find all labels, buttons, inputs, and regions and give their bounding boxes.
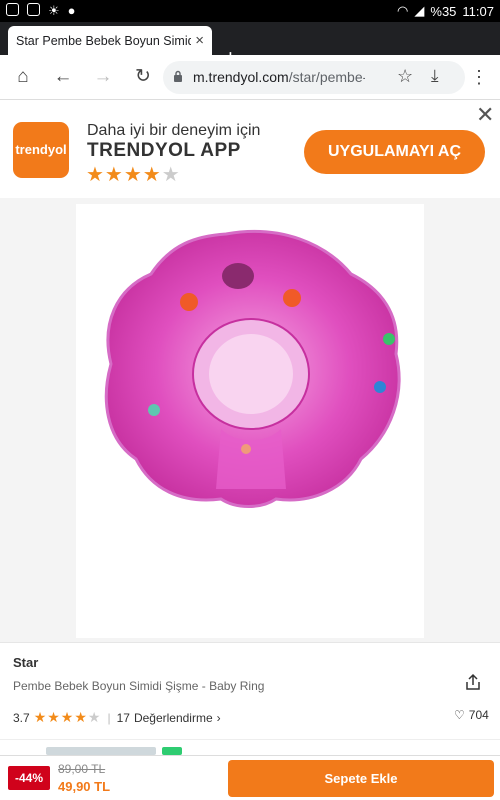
address-bar[interactable]: m.trendyol.com/star/pembe-bebek-boyun-si… <box>163 61 465 94</box>
banner-rating-stars: ★★★★★ <box>86 164 181 186</box>
battery-level: %35 <box>430 3 457 19</box>
bookmark-star-icon[interactable]: ☆ <box>397 66 413 87</box>
download-icon[interactable]: ⤓ <box>431 66 439 86</box>
purchase-bar: -44% 89,00 TL 49,90 TL Sepete Ekle <box>0 755 500 800</box>
rating-value: 3.7 <box>13 710 30 725</box>
baby-neck-ring-image <box>104 229 401 508</box>
product-image[interactable] <box>76 204 424 638</box>
status-bar: ☀ ● ◠ ◢ %35 11:07 <box>0 0 500 22</box>
reviews-label: Değerlendirme <box>133 710 213 725</box>
wifi-icon: ◠ <box>397 3 409 18</box>
product-rating[interactable]: 3.7 ★★★★★ | 17 Değerlendirme › <box>13 709 221 726</box>
chevron-right-icon: › <box>216 710 221 725</box>
signal-icon: ◢ <box>414 3 425 18</box>
review-count: 17 <box>116 710 130 725</box>
forward-icon[interactable]: → <box>90 64 116 90</box>
brand-name[interactable]: Star <box>13 655 38 670</box>
open-app-button[interactable]: UYGULAMAYI AÇ <box>304 130 485 174</box>
banner-tagline: Daha iyi bir deneyim için <box>87 122 261 139</box>
url-host: m.trendyol.com <box>193 69 289 85</box>
rating-separator: | <box>107 710 111 725</box>
banner-app-name: TRENDYOL APP <box>87 140 241 161</box>
share-icon[interactable] <box>464 673 482 691</box>
product-info: Star Pembe Bebek Boyun Simidi Şişme - Ba… <box>0 642 500 762</box>
browser-toolbar: ⌂ ← → ↻ m.trendyol.com/star/pembe-bebek-… <box>0 55 500 100</box>
tab-bar: Star Pembe Bebek Boyun Simidi Şişme - Ba… <box>0 22 500 101</box>
url-text: m.trendyol.com/star/pembe-bebek-boyun-si… <box>193 69 365 85</box>
old-price: 89,00 TL <box>58 762 106 776</box>
lock-icon <box>174 70 182 82</box>
favorite-count: 704 <box>468 708 489 722</box>
tab-title: Star Pembe Bebek Boyun Simidi Şişme - Ba… <box>16 33 192 48</box>
instagram-icon <box>6 3 19 16</box>
favorite-button[interactable]: ♡ 704 <box>454 708 489 722</box>
rating-stars: ★★★★★ <box>33 709 102 725</box>
product-name: Pembe Bebek Boyun Simidi Şişme - Baby Ri… <box>13 679 265 693</box>
product-gallery <box>0 198 500 642</box>
app-banner: trendyol Daha iyi bir deneyim için TREND… <box>0 100 500 198</box>
home-icon[interactable]: ⌂ <box>10 64 36 90</box>
close-tab-icon[interactable]: × <box>195 32 204 49</box>
trendyol-logo: trendyol <box>13 122 69 178</box>
sun-icon: ☀ <box>48 3 60 18</box>
menu-dots-icon[interactable]: ⋮ <box>470 67 488 88</box>
seller-text-partial <box>46 747 156 755</box>
back-icon[interactable]: ← <box>50 64 76 90</box>
add-to-cart-button[interactable]: Sepete Ekle <box>228 760 494 797</box>
notification-icon: ● <box>67 3 76 18</box>
heart-icon: ♡ <box>454 708 465 722</box>
browser-tab[interactable]: Star Pembe Bebek Boyun Simidi Şişme - Ba… <box>8 26 472 101</box>
gallery-icon <box>27 3 40 16</box>
reload-icon[interactable]: ↻ <box>130 64 156 90</box>
close-banner-icon[interactable]: ✕ <box>476 102 494 128</box>
seller-badge-partial <box>162 747 182 755</box>
sale-price: 49,90 TL <box>58 779 111 794</box>
clock: 11:07 <box>462 3 494 19</box>
discount-badge: -44% <box>8 766 50 790</box>
url-path: /star/pembe-bebek-boyun-simidi <box>288 69 365 85</box>
